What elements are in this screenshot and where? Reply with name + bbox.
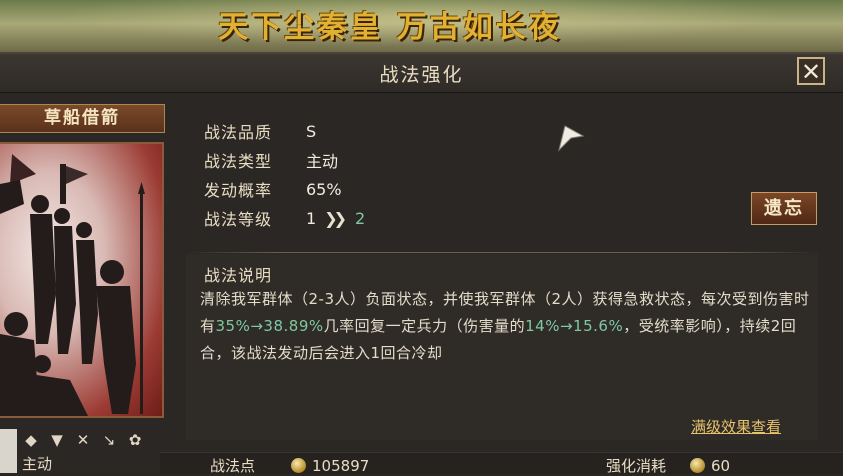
stat-level: 战法等级 1 ❯❯ 2: [204, 206, 365, 230]
troop-type-icons: ◆ ▼ ✕ ↘ ✿: [22, 431, 144, 449]
close-icon: ✕: [800, 58, 822, 86]
stat-label: 战法品质: [204, 123, 273, 142]
window-title: 战法强化: [379, 64, 464, 86]
description-part: 几率回复一定兵力（伤害量的: [323, 317, 526, 335]
stat-value: S: [306, 121, 317, 141]
level-next: 2: [355, 208, 366, 228]
soldiers-silhouette-art: [0, 154, 145, 416]
shield-icon: ▼: [51, 431, 63, 449]
description-highlight: 14%→15.6%: [525, 317, 624, 335]
cost-value: 60: [711, 456, 731, 475]
points-value: 105897: [312, 456, 370, 475]
pointer-cursor-icon: [558, 125, 585, 152]
stat-label: 发动概率: [204, 181, 273, 200]
points-label: 战法点: [210, 457, 256, 475]
cavalry-icon: ◆: [25, 431, 37, 449]
upgrade-cost: 强化消耗 60: [606, 455, 730, 476]
close-button[interactable]: ✕: [797, 57, 825, 85]
description-panel: 战法说明 清除我军群体（2-3人）负面状态，并使我军群体（2人）获得急救状态，每…: [186, 254, 818, 440]
stat-label: 战法等级: [204, 210, 273, 229]
skill-name-plate: 草船借箭: [0, 104, 165, 133]
spear-icon: ↘: [102, 431, 116, 449]
stat-value: 主动: [306, 152, 339, 171]
forget-button[interactable]: 遗忘: [751, 192, 817, 225]
description-heading: 战法说明: [204, 266, 273, 285]
stat-value: 65%: [306, 179, 342, 199]
stat-quality: 战法品质 S: [204, 119, 316, 143]
skill-upgrade-window: 战法强化 ✕ 草船借箭 ◆ ▼ ✕ ↘ ✿ 主动 战法品质 S 战法类型 主动 …: [0, 52, 843, 476]
cost-label: 强化消耗: [606, 457, 667, 475]
divider: [186, 252, 818, 253]
skill-points: 战法点 105897: [210, 455, 369, 476]
stat-type: 战法类型 主动: [204, 148, 338, 172]
top-banner: 天下尘秦皇 万古如长夜: [0, 0, 843, 52]
thumbnail-square: [0, 429, 17, 473]
level-current: 1: [306, 208, 317, 228]
banner-title: 天下尘秦皇 万古如长夜: [218, 10, 562, 45]
description-highlight: 35%→38.89%: [215, 317, 324, 335]
double-chevron-right-icon: ❯❯: [324, 208, 347, 228]
skill-card-art: [0, 142, 164, 418]
full-effect-link[interactable]: 满级效果查看: [691, 416, 781, 437]
stat-trigger-rate: 发动概率 65%: [204, 177, 342, 201]
crossed-swords-icon: ✕: [76, 431, 90, 449]
window-titlebar: 战法强化 ✕: [0, 54, 843, 93]
stat-label: 战法类型: [204, 152, 273, 171]
wheel-icon: ✿: [128, 431, 142, 449]
description-text: 清除我军群体（2-3人）负面状态，并使我军群体（2人）获得急救状态，每次受到伤害…: [200, 286, 812, 367]
